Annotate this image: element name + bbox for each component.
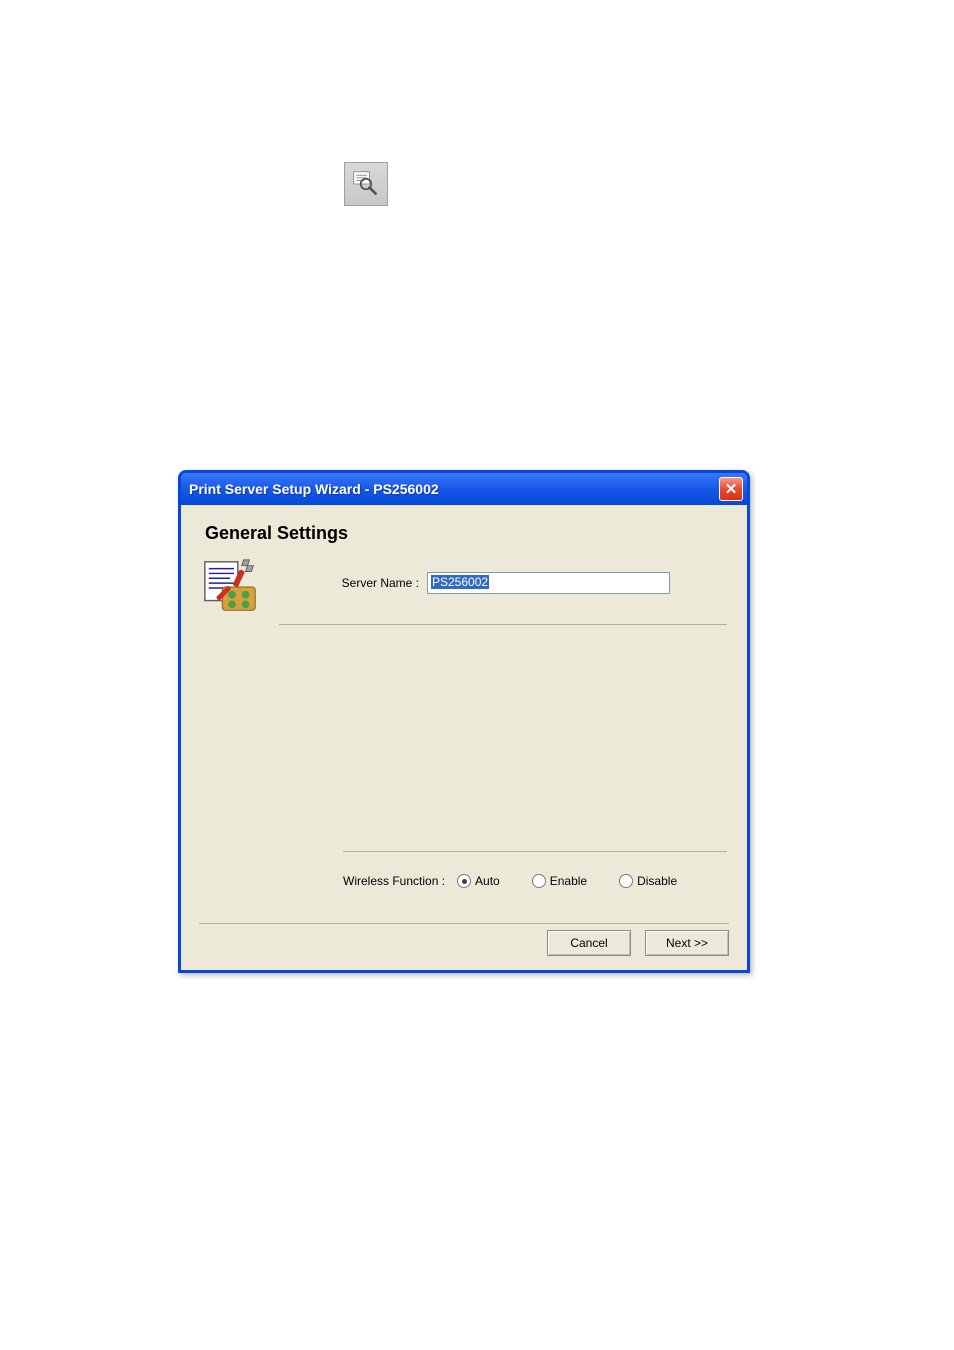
wireless-function-row: Wireless Function : Auto Enable Disable xyxy=(343,851,727,888)
radio-icon xyxy=(532,874,546,888)
dialog-body: General Settings xyxy=(181,505,747,970)
radio-label-enable: Enable xyxy=(550,874,587,888)
separator xyxy=(199,923,729,924)
radio-icon xyxy=(457,874,471,888)
server-name-label: Server Name : xyxy=(279,576,419,590)
wireless-disable-radio[interactable]: Disable xyxy=(619,874,677,888)
server-name-input[interactable]: PS256002 xyxy=(427,572,670,594)
dialog-title: Print Server Setup Wizard - PS256002 xyxy=(189,481,439,497)
radio-icon xyxy=(619,874,633,888)
wireless-function-label: Wireless Function : xyxy=(343,874,445,888)
close-icon: ✕ xyxy=(725,482,738,497)
settings-document-icon xyxy=(201,556,263,618)
next-button[interactable]: Next >> xyxy=(645,930,729,956)
radio-label-auto: Auto xyxy=(475,874,500,888)
wireless-auto-radio[interactable]: Auto xyxy=(457,874,500,888)
wizard-magnify-icon xyxy=(352,170,380,198)
close-button[interactable]: ✕ xyxy=(719,477,743,501)
section-title: General Settings xyxy=(205,523,727,544)
wireless-enable-radio[interactable]: Enable xyxy=(532,874,587,888)
wizard-toolbar-button[interactable] xyxy=(344,162,388,206)
radio-label-disable: Disable xyxy=(637,874,677,888)
cancel-button[interactable]: Cancel xyxy=(547,930,631,956)
setup-wizard-dialog: Print Server Setup Wizard - PS256002 ✕ G… xyxy=(178,470,750,973)
title-bar[interactable]: Print Server Setup Wizard - PS256002 ✕ xyxy=(181,473,747,505)
